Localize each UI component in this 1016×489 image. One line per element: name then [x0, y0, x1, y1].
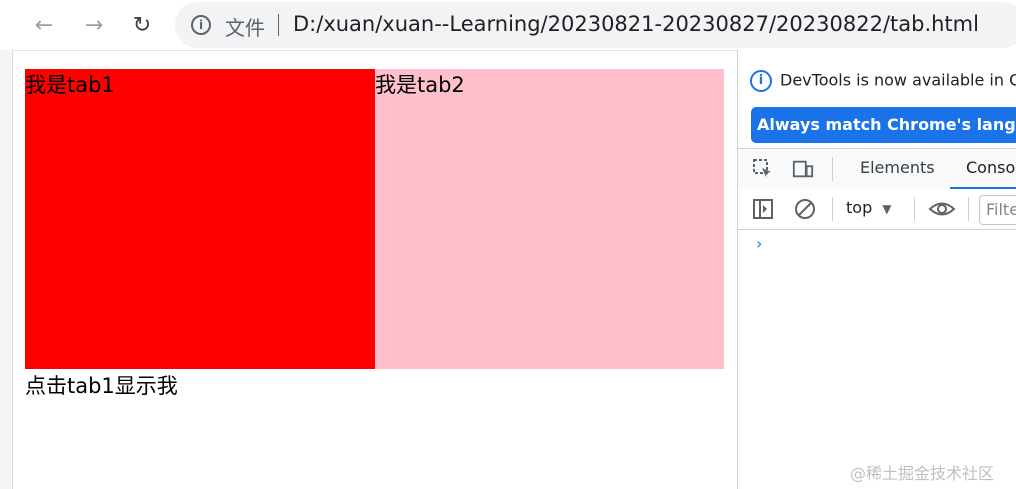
watermark: @稀土掘金技术社区	[850, 464, 995, 483]
toolbar-separator	[832, 157, 833, 181]
url-text[interactable]: D:/xuan/xuan--Learning/20230821-20230827…	[293, 12, 979, 36]
context-value: top	[846, 198, 873, 217]
address-separator	[278, 14, 279, 36]
address-bar[interactable]: i 文件 D:/xuan/xuan--Learning/20230821-202…	[175, 2, 1016, 48]
inspect-element-icon[interactable]	[752, 158, 774, 180]
forward-icon[interactable]: →	[78, 9, 110, 41]
devtools-notice: i DevTools is now available in C	[750, 70, 1016, 92]
reload-icon[interactable]: ↻	[126, 9, 158, 41]
context-select[interactable]: top ▼	[846, 198, 891, 217]
eye-icon[interactable]	[928, 198, 956, 220]
clear-console-icon[interactable]	[794, 198, 816, 220]
devtools-panel: i DevTools is now available in C Always m…	[737, 50, 1016, 489]
tab-elements[interactable]: Elements	[860, 149, 935, 187]
console-toolbar: top ▼ Filte	[738, 189, 1016, 230]
tab-content: 点击tab1显示我	[25, 374, 178, 398]
toolbar-separator	[968, 197, 969, 221]
back-icon[interactable]: ←	[28, 9, 60, 41]
tab-console[interactable]: Conso	[950, 149, 1016, 189]
browser-toolbar: ← → ↻ i 文件 D:/xuan/xuan--Learning/202308…	[0, 0, 1016, 51]
browser-left-edge	[0, 50, 13, 489]
devtools-tabbar: Elements Conso	[738, 148, 1016, 190]
toolbar-separator	[914, 197, 915, 221]
info-icon: i	[750, 70, 772, 92]
device-toolbar-icon[interactable]	[792, 158, 814, 180]
tab-2[interactable]: 我是tab2	[375, 69, 724, 369]
tab-container: 我是tab1 我是tab2	[25, 69, 724, 369]
console-prompt-icon[interactable]: ›	[756, 234, 762, 253]
caret-down-icon: ▼	[882, 202, 892, 216]
filter-input[interactable]: Filte	[979, 195, 1016, 225]
file-label: 文件	[225, 16, 265, 40]
info-icon[interactable]: i	[191, 15, 211, 35]
toolbar-separator	[832, 197, 833, 221]
match-language-button[interactable]: Always match Chrome's languag	[751, 107, 1016, 143]
devtools-notice-text: DevTools is now available in C	[780, 70, 1016, 90]
tab-1[interactable]: 我是tab1	[25, 69, 375, 369]
sidebar-toggle-icon[interactable]	[752, 198, 774, 220]
